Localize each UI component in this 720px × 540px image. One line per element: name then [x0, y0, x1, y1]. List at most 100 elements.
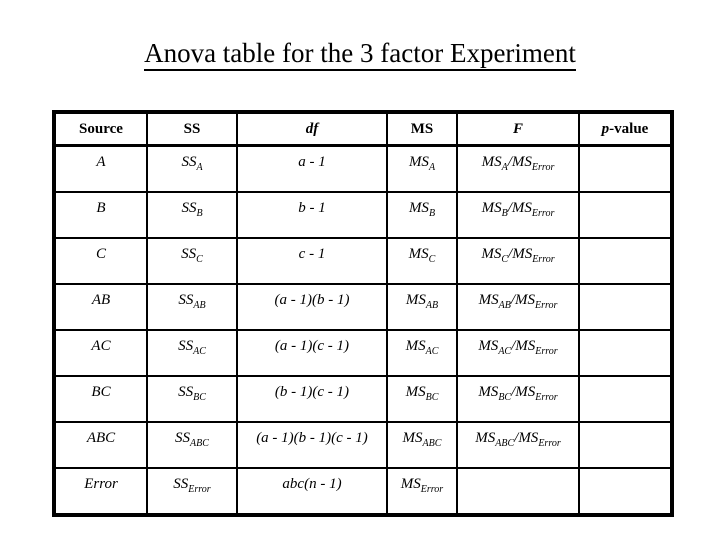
cell-source: AB — [53, 283, 148, 331]
column-header-f-label: F — [512, 120, 523, 137]
cell-df-text: (a - 1)(b - 1) — [274, 292, 350, 308]
cell-f-numerator-subscript: BC — [498, 392, 512, 403]
cell-f-denominator-base: MS — [514, 292, 535, 308]
cell-ms-subscript: AC — [425, 346, 439, 357]
cell-f-numerator-base: MS — [481, 154, 502, 170]
cell-ms: MSB — [386, 191, 458, 239]
cell-ss-subscript: ABC — [190, 438, 209, 449]
cell-df: a - 1 — [236, 144, 388, 193]
cell-source: ABC — [53, 421, 148, 469]
cell-f: MSAC/MSError — [456, 329, 580, 377]
column-header-source-label: Source — [79, 120, 123, 137]
table-row: AC SSAC (a - 1)(c - 1) MSAC MSAC/MSError — [53, 329, 673, 377]
cell-ms-subscript: AB — [425, 300, 439, 311]
cell-f-numerator-subscript: ABC — [495, 438, 515, 449]
table-row: B SSB b - 1 MSB MSB/MSError — [53, 191, 673, 239]
cell-ss: SSA — [146, 144, 238, 193]
cell-f-denominator-base: MS — [515, 384, 536, 400]
cell-df-text: b - 1 — [298, 200, 326, 216]
cell-ss-subscript: C — [196, 254, 203, 265]
cell-f: MSABC/MSError — [456, 421, 580, 469]
table-header-row: Source SS df MS F p-value — [53, 111, 673, 147]
cell-source: AC — [53, 329, 148, 377]
cell-ss-base: SS — [178, 338, 194, 354]
cell-source-text: ABC — [86, 430, 116, 446]
cell-ms-subscript: BC — [425, 392, 439, 403]
cell-ms-subscript: Error — [420, 484, 444, 495]
cell-df: c - 1 — [236, 237, 388, 285]
cell-ms-subscript: A — [428, 162, 436, 173]
cell-ss-base: SS — [178, 292, 194, 308]
cell-ms: MSC — [386, 237, 458, 285]
cell-ss-base: SS — [178, 384, 194, 400]
cell-ms: MSBC — [386, 375, 458, 423]
cell-ms-subscript: C — [428, 254, 436, 265]
cell-source: B — [53, 191, 148, 239]
anova-table-container: Source SS df MS F p-value A SSA a - 1 MS… — [52, 110, 674, 517]
cell-df: abc(n - 1) — [236, 467, 388, 516]
cell-f-denominator-subscript: Error — [531, 162, 555, 173]
cell-pvalue — [578, 421, 673, 469]
cell-source: BC — [53, 375, 148, 423]
table-row: Error SSError abc(n - 1) MSError — [53, 467, 673, 516]
cell-ms-base: MS — [408, 154, 429, 170]
column-header-ss: SS — [146, 111, 238, 147]
column-header-ms: MS — [386, 111, 458, 147]
cell-ms-base: MS — [400, 476, 421, 492]
cell-ss-subscript: Error — [188, 484, 211, 495]
cell-f-denominator-subscript: Error — [538, 438, 561, 449]
cell-ms-base: MS — [405, 338, 426, 354]
cell-f: MSC/MSError — [456, 237, 580, 285]
cell-ss-base: SS — [181, 246, 197, 262]
cell-df-text: (a - 1)(c - 1) — [274, 338, 350, 354]
cell-f-denominator-base: MS — [512, 246, 533, 262]
cell-f-denominator-base: MS — [518, 430, 539, 446]
table-body: A SSA a - 1 MSA MSA/MSError B SSB b - 1 … — [53, 144, 673, 516]
cell-ss-subscript: A — [196, 162, 203, 173]
cell-f-numerator-subscript: AC — [498, 346, 512, 357]
cell-f: MSB/MSError — [456, 191, 580, 239]
cell-pvalue — [578, 375, 673, 423]
cell-pvalue — [578, 144, 673, 193]
cell-ss-subscript: BC — [193, 392, 206, 403]
cell-f-numerator-base: MS — [475, 430, 496, 446]
cell-ss-subscript: AC — [193, 346, 206, 357]
cell-ms-base: MS — [402, 430, 423, 446]
cell-f — [456, 467, 580, 516]
cell-source: Error — [53, 467, 148, 516]
cell-df-text: abc(n - 1) — [282, 476, 342, 492]
cell-f-numerator-base: MS — [478, 384, 499, 400]
table-row: BC SSBC (b - 1)(c - 1) MSBC MSBC/MSError — [53, 375, 673, 423]
cell-f-numerator-base: MS — [481, 246, 502, 262]
cell-df-text: c - 1 — [298, 246, 326, 262]
cell-f-denominator-subscript: Error — [534, 300, 558, 311]
table-row: AB SSAB (a - 1)(b - 1) MSAB MSAB/MSError — [53, 283, 673, 331]
cell-source: C — [53, 237, 148, 285]
cell-f-denominator-subscript: Error — [535, 392, 558, 403]
cell-pvalue-text — [580, 193, 670, 200]
cell-source-text: A — [96, 154, 106, 170]
page-title: Anova table for the 3 factor Experiment — [0, 36, 720, 71]
cell-ms: MSAB — [386, 283, 458, 331]
cell-pvalue-text — [580, 331, 670, 338]
cell-f-denominator-subscript: Error — [532, 254, 555, 265]
column-header-source: Source — [53, 111, 148, 147]
cell-ss: SSC — [146, 237, 238, 285]
cell-source-text: C — [95, 246, 106, 262]
cell-ms: MSABC — [386, 421, 458, 469]
cell-ss: SSB — [146, 191, 238, 239]
cell-df-text: a - 1 — [298, 154, 326, 170]
cell-f: MSBC/MSError — [456, 375, 580, 423]
cell-pvalue-text — [580, 147, 670, 154]
cell-ss-subscript: B — [196, 208, 203, 219]
cell-ms-base: MS — [408, 200, 429, 216]
cell-pvalue-text — [580, 469, 670, 476]
cell-ss-base: SS — [175, 430, 191, 446]
cell-f-denominator-base: MS — [515, 338, 536, 354]
cell-pvalue — [578, 467, 673, 516]
cell-ss: SSBC — [146, 375, 238, 423]
cell-ms: MSA — [386, 144, 458, 193]
cell-source: A — [53, 144, 148, 193]
cell-df-text: (a - 1)(b - 1)(c - 1) — [256, 430, 368, 446]
cell-source-text: B — [96, 200, 106, 216]
